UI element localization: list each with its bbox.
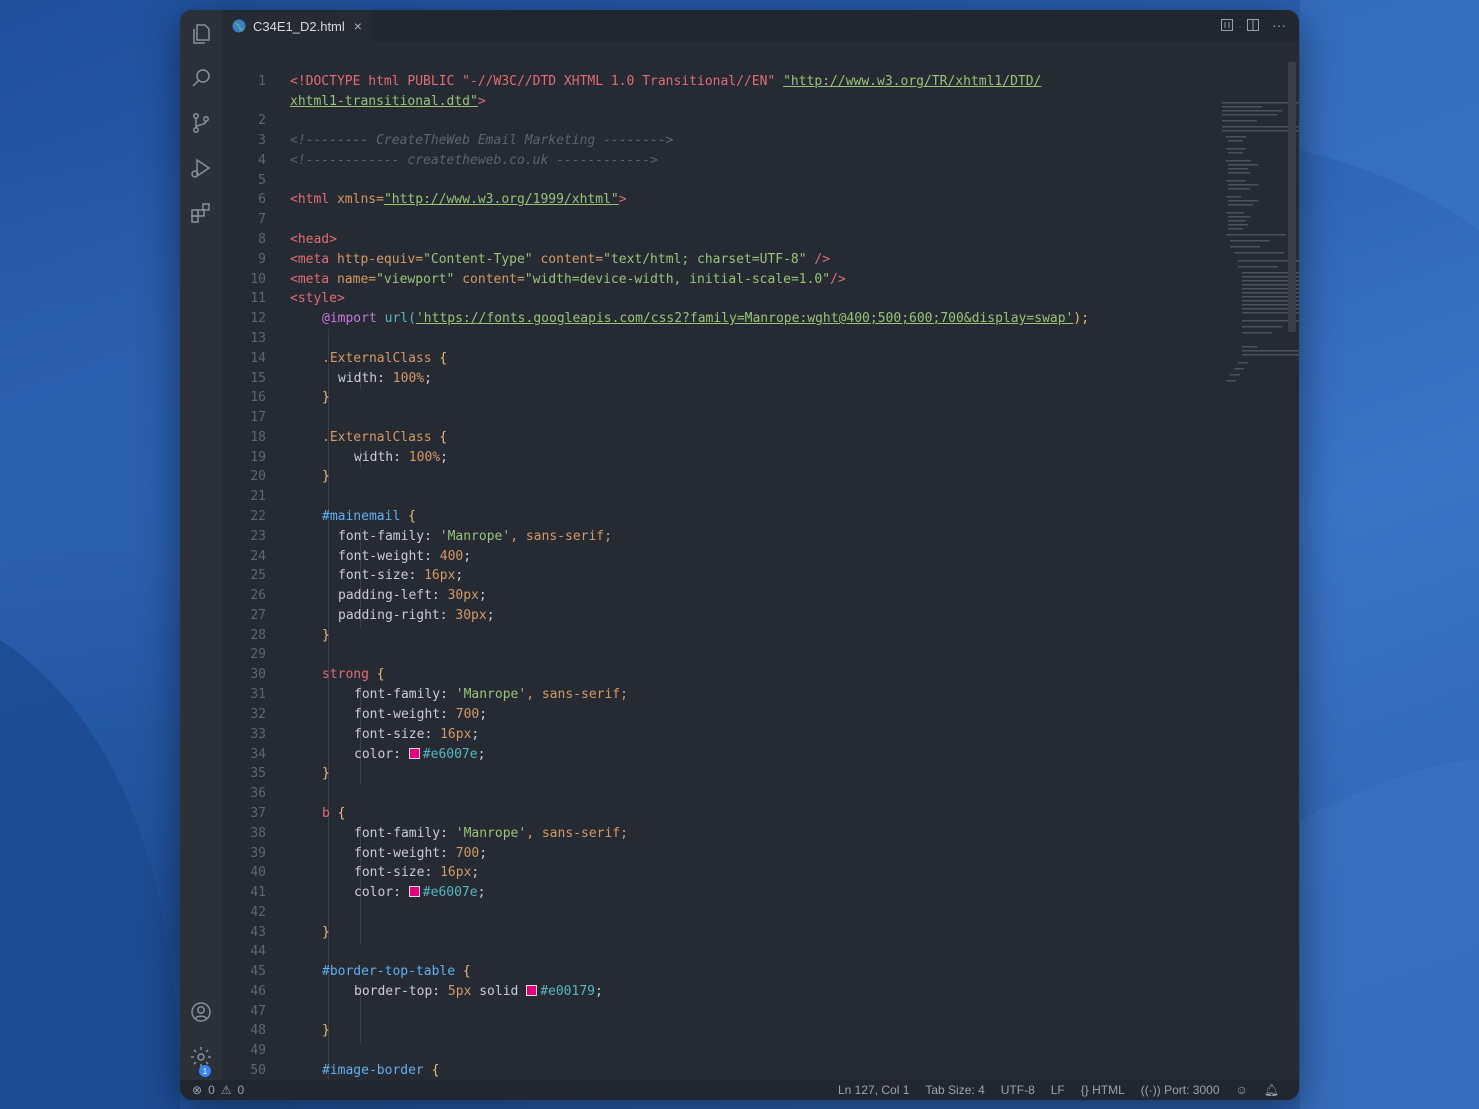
errors-count[interactable]: 0 [208,1083,215,1097]
search-icon[interactable] [187,64,215,92]
settings-badge: 1 [199,1065,211,1077]
editor-window: 1 C34E1_D2.html × ··· 1 <!DOCTYPE html PU… [180,10,1299,1100]
globe-file-icon [232,19,246,33]
code-editor[interactable]: 1 <!DOCTYPE html PUBLIC "-//W3C//DTD XHTM… [222,52,1299,1080]
encoding[interactable]: UTF-8 [1001,1083,1035,1097]
broadcast-icon: ((·)) [1140,1083,1161,1097]
tab-filename: C34E1_D2.html [253,18,345,34]
accounts-icon[interactable] [187,998,215,1026]
end-of-line[interactable]: LF [1051,1083,1065,1097]
split-editor-icon[interactable] [1245,16,1261,34]
language-mode[interactable]: {} HTML [1081,1083,1125,1097]
live-server-port[interactable]: ((·)) Port: 3000 [1141,1083,1220,1097]
editor-scrollbar[interactable] [1288,62,1296,332]
notifications-bell-icon[interactable]: 🔔︎ [1264,1083,1279,1097]
color-swatch[interactable] [408,748,420,759]
tab-active-file[interactable]: C34E1_D2.html × [222,10,372,42]
cursor-position[interactable]: Ln 127, Col 1 [838,1083,909,1097]
activity-bar: 1 [180,10,222,1080]
open-changes-icon[interactable] [1219,16,1235,34]
tab-size[interactable]: Tab Size: 4 [925,1083,984,1097]
warning-icon[interactable]: ⚠ [221,1083,232,1097]
errors-icon[interactable]: ⊗ [192,1083,202,1097]
status-bar: ⊗ 0 ⚠ 0 Ln 127, Col 1 Tab Size: 4 UTF-8 … [180,1080,1299,1100]
braces-icon: {} [1080,1083,1089,1097]
explorer-icon[interactable] [187,20,215,48]
close-icon[interactable]: × [354,18,362,34]
run-debug-icon[interactable] [187,154,215,182]
extensions-icon[interactable] [187,199,215,227]
more-actions-icon[interactable]: ··· [1271,16,1287,34]
warnings-count[interactable]: 0 [238,1083,245,1097]
source-control-icon[interactable] [187,109,215,137]
feedback-icon[interactable]: ☺ [1236,1083,1248,1097]
color-swatch[interactable] [526,985,538,996]
tab-bar: C34E1_D2.html × ··· [222,10,1299,42]
color-swatch[interactable] [408,886,420,897]
